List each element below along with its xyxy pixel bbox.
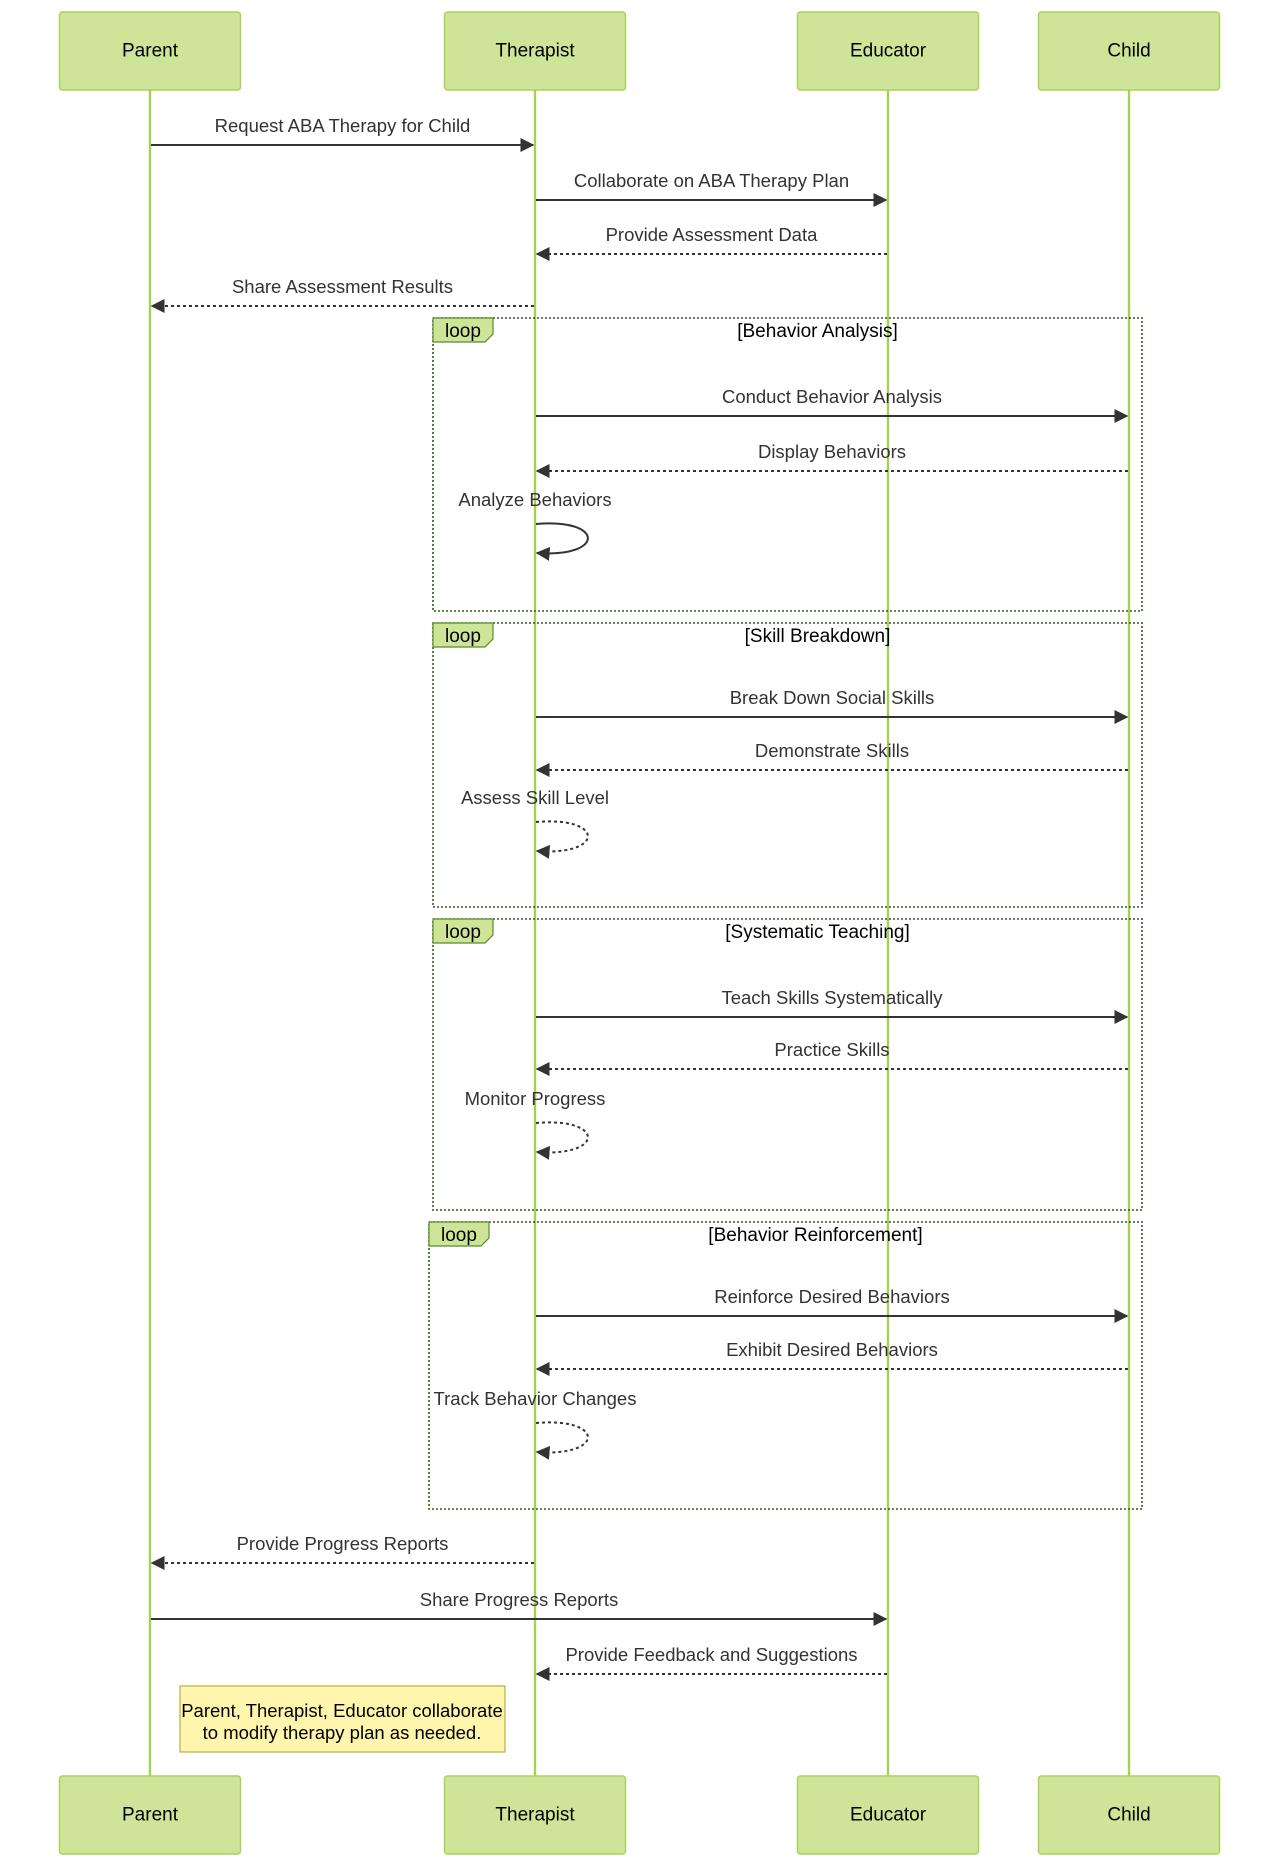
message-label: Assess Skill Level xyxy=(461,787,609,808)
loop-condition: [Behavior Analysis] xyxy=(737,321,898,342)
message: Share Progress Reports xyxy=(151,1589,888,1626)
message-label: Share Progress Reports xyxy=(420,1589,618,1610)
loop-condition: [Behavior Reinforcement] xyxy=(708,1225,922,1246)
actor-parent-top: Parent xyxy=(58,11,242,91)
actor-label: Child xyxy=(1107,41,1150,62)
message: Share Assessment Results xyxy=(150,276,534,313)
actor-educator-top: Educator xyxy=(796,11,980,91)
message-label: Share Assessment Results xyxy=(232,276,453,297)
actor-child-bottom: Child xyxy=(1037,1775,1221,1855)
actor-label: Educator xyxy=(850,1805,927,1826)
loop-frame xyxy=(432,622,1143,908)
message-label: Track Behavior Changes xyxy=(434,1388,637,1409)
note-text: to modify therapy plan as needed. xyxy=(203,1722,482,1743)
message: Exhibit Desired Behaviors xyxy=(535,1339,1128,1376)
message-label: Conduct Behavior Analysis xyxy=(722,386,942,407)
loop-block: loop [Behavior Analysis] xyxy=(432,317,1143,612)
message: Collaborate on ABA Therapy Plan xyxy=(536,170,888,207)
self-message-arrow xyxy=(535,1121,589,1160)
actor-label: Therapist xyxy=(495,41,575,62)
actor-therapist-bottom: Therapist xyxy=(443,1775,627,1855)
loop-frame xyxy=(432,317,1143,612)
message-label: Provide Feedback and Suggestions xyxy=(565,1644,857,1665)
loop-condition: [Skill Breakdown] xyxy=(745,626,891,647)
message-label: Teach Skills Systematically xyxy=(721,987,943,1008)
message: Request ABA Therapy for Child xyxy=(151,115,535,152)
message: Conduct Behavior Analysis xyxy=(536,386,1129,423)
actor-label: Therapist xyxy=(495,1805,575,1826)
message: Practice Skills xyxy=(535,1039,1128,1076)
message-label: Exhibit Desired Behaviors xyxy=(726,1339,938,1360)
loop-label: loop xyxy=(445,321,481,342)
message-label: Demonstrate Skills xyxy=(755,740,909,761)
self-message-arrow xyxy=(535,522,589,561)
note: Parent, Therapist, Educator collaboratet… xyxy=(179,1685,506,1753)
loop-label: loop xyxy=(445,626,481,647)
loop-block: loop [Skill Breakdown] xyxy=(432,622,1143,908)
actor-label: Child xyxy=(1107,1805,1150,1826)
loop-label: loop xyxy=(445,922,481,943)
message-label: Reinforce Desired Behaviors xyxy=(714,1286,949,1307)
sequence-diagram: loop [Behavior Analysis] loop [Skill Breakd… xyxy=(58,11,1221,1855)
actor-child-top: Child xyxy=(1037,11,1221,91)
message-label: Monitor Progress xyxy=(465,1088,606,1109)
loop-block: loop [Systematic Teaching] xyxy=(432,918,1143,1211)
message-label: Collaborate on ABA Therapy Plan xyxy=(574,170,849,191)
note-text: Parent, Therapist, Educator collaborate xyxy=(181,1700,503,1721)
actor-parent-bottom: Parent xyxy=(58,1775,242,1855)
self-message-arrow xyxy=(535,820,589,859)
message-label: Analyze Behaviors xyxy=(458,489,611,510)
loop-condition: [Systematic Teaching] xyxy=(725,922,909,943)
message: Provide Progress Reports xyxy=(150,1533,534,1570)
actor-label: Educator xyxy=(850,41,927,62)
loop-label: loop xyxy=(441,1225,477,1246)
message-label: Provide Progress Reports xyxy=(237,1533,449,1554)
self-message-arrow xyxy=(535,1421,589,1460)
message: Teach Skills Systematically xyxy=(536,987,1129,1024)
loop-frame xyxy=(432,918,1143,1211)
message: Demonstrate Skills xyxy=(535,740,1128,777)
message-label: Provide Assessment Data xyxy=(606,224,819,245)
message-label: Practice Skills xyxy=(774,1039,889,1060)
message-label: Break Down Social Skills xyxy=(730,687,935,708)
message: Reinforce Desired Behaviors xyxy=(536,1286,1129,1323)
message: Provide Feedback and Suggestions xyxy=(535,1644,887,1681)
actor-label: Parent xyxy=(122,41,179,62)
actor-therapist-top: Therapist xyxy=(443,11,627,91)
message-label: Request ABA Therapy for Child xyxy=(215,115,471,136)
message: Display Behaviors xyxy=(535,441,1128,478)
message-label: Display Behaviors xyxy=(758,441,906,462)
message: Provide Assessment Data xyxy=(535,224,887,261)
actor-educator-bottom: Educator xyxy=(796,1775,980,1855)
actor-label: Parent xyxy=(122,1805,179,1826)
message: Break Down Social Skills xyxy=(536,687,1129,724)
